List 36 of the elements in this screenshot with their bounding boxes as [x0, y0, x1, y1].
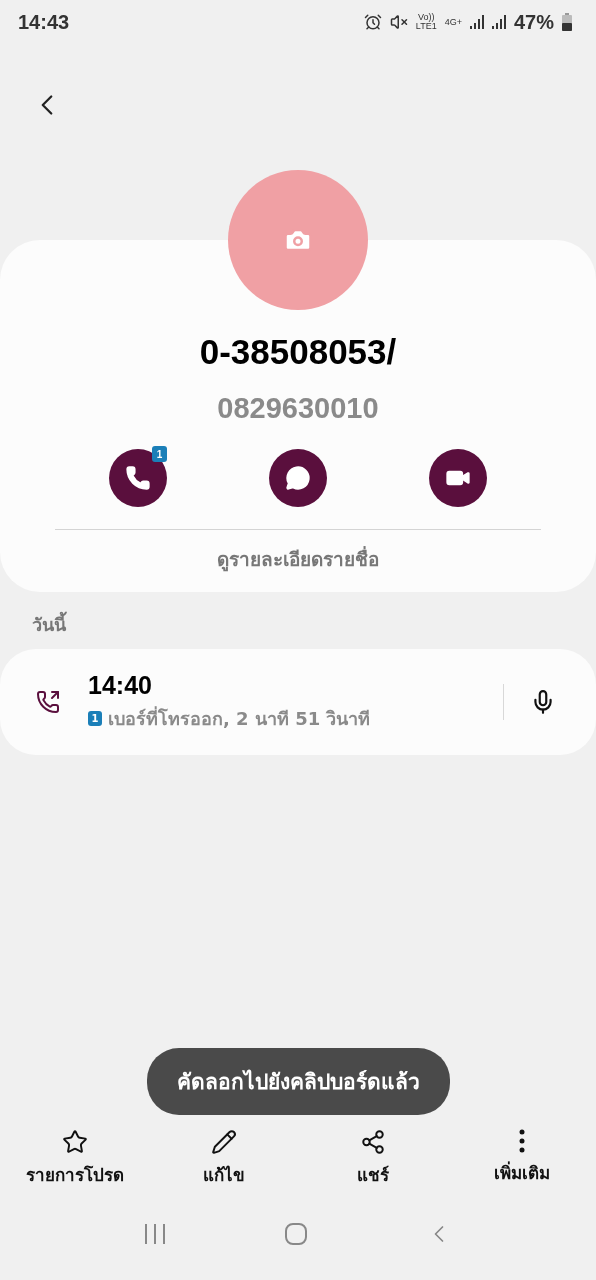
toast: คัดลอกไปยังคลิปบอร์ดแล้ว — [146, 1048, 450, 1115]
message-button[interactable] — [269, 449, 327, 507]
star-icon — [61, 1129, 88, 1155]
call-button[interactable]: 1 — [109, 449, 167, 507]
call-detail: เบอร์ที่โทรออก, 2 นาที 51 วินาที — [108, 705, 371, 731]
battery-percent: 47% — [513, 10, 554, 34]
recent-apps-button[interactable] — [143, 1223, 168, 1245]
phone-icon — [125, 465, 151, 491]
outgoing-call-icon — [36, 690, 60, 714]
battery-icon — [562, 13, 572, 31]
share-button[interactable]: แชร์ — [298, 1129, 447, 1188]
video-button[interactable] — [429, 449, 487, 507]
signal-icon — [469, 14, 484, 30]
sim-badge: 1 — [152, 446, 167, 462]
mute-icon — [389, 13, 408, 31]
status-time: 14:43 — [18, 10, 70, 34]
speech-bubble-icon — [285, 465, 311, 491]
home-button[interactable] — [284, 1222, 308, 1246]
favorite-button[interactable]: รายการโปรด — [0, 1129, 149, 1188]
network-label: 4G+ — [444, 17, 462, 27]
share-icon — [359, 1129, 386, 1155]
volte-label: Vo)) — [418, 13, 435, 22]
edit-button[interactable]: แก้ไข — [149, 1129, 298, 1188]
signal-icon — [491, 14, 506, 30]
call-time: 14:40 — [88, 671, 153, 700]
alarm-icon — [363, 13, 382, 31]
phone-number: 0829630010 — [217, 392, 379, 425]
more-button[interactable]: เพิ่มเติม — [447, 1129, 596, 1188]
section-title: วันนี้ — [0, 592, 596, 649]
more-icon — [518, 1129, 525, 1153]
contact-name: 0-38508053/ — [199, 332, 397, 372]
call-log-card[interactable]: 14:40 1 เบอร์ที่โทรออก, 2 นาที 51 วินาที — [0, 649, 596, 755]
pencil-icon — [210, 1129, 237, 1155]
contact-details-link[interactable]: ดูรายละเอียดรายชื่อ — [217, 544, 379, 574]
lte-label: LTE1 — [415, 22, 437, 31]
sim-badge: 1 — [88, 711, 102, 726]
